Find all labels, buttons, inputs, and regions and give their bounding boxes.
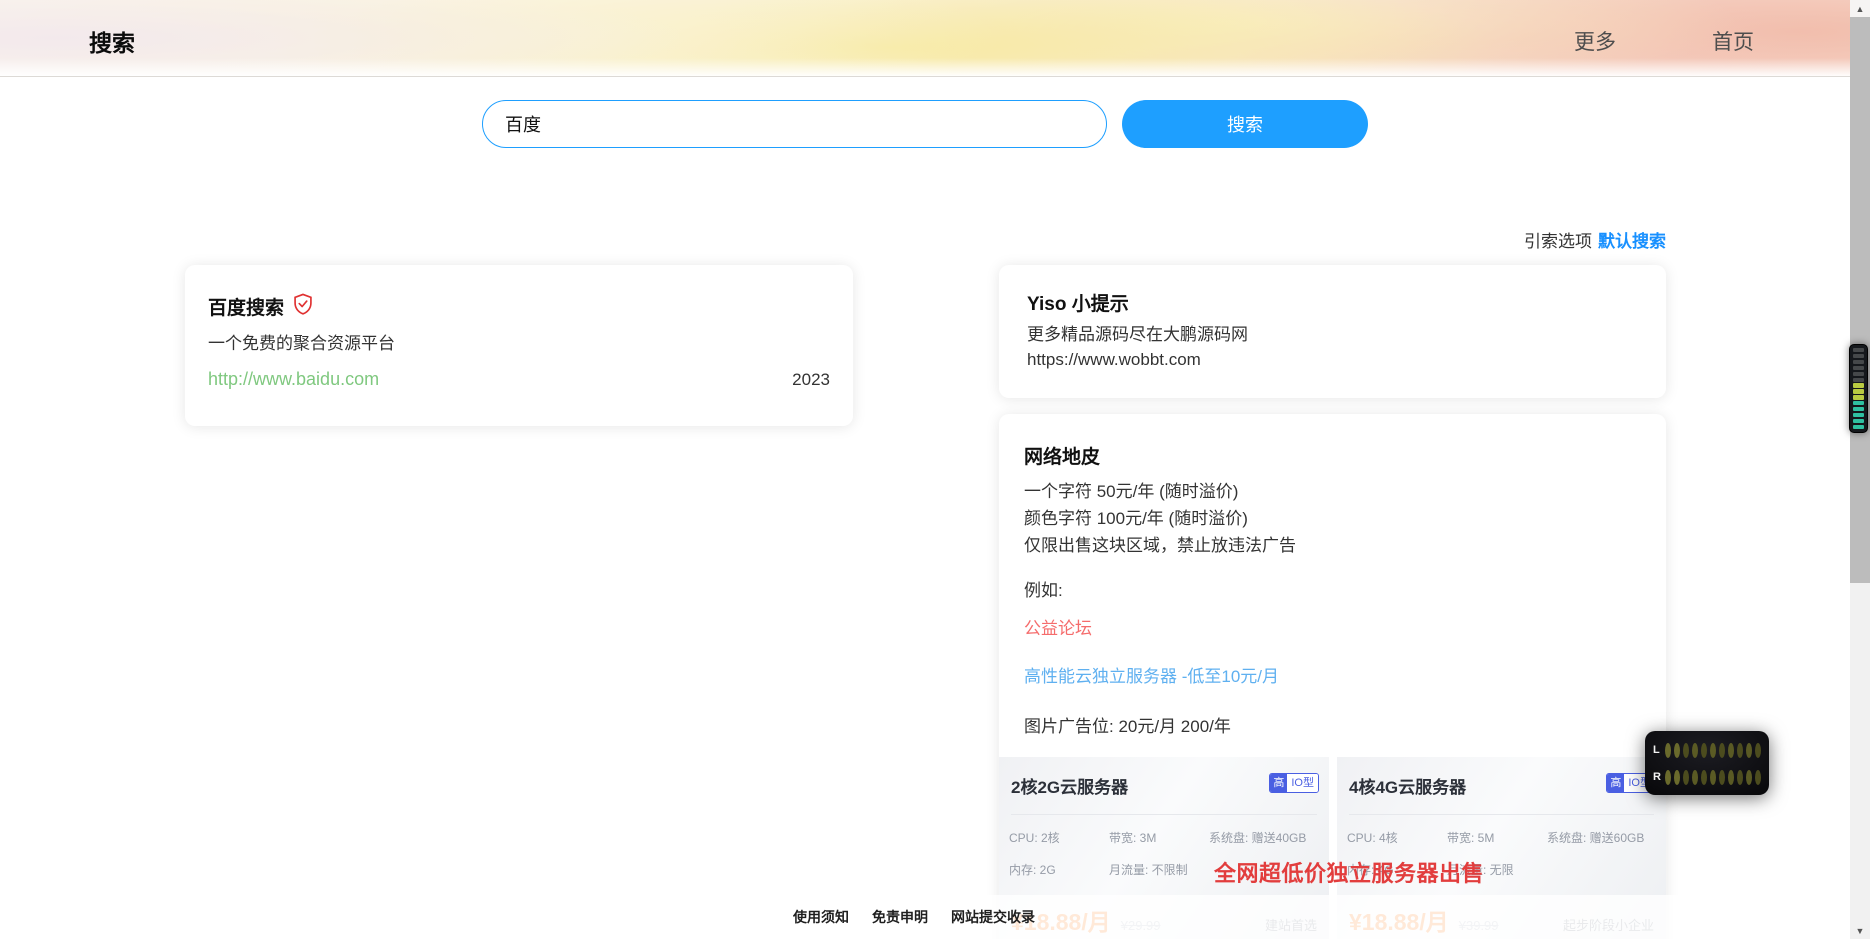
divider — [1011, 814, 1317, 815]
led-segment — [1692, 743, 1698, 758]
server-name: 2核2G云服务器 — [1011, 773, 1128, 798]
server-name: 4核4G云服务器 — [1349, 773, 1466, 798]
led-segment — [1755, 770, 1761, 785]
led-segment — [1710, 743, 1716, 758]
meter-left-label: L — [1653, 744, 1662, 756]
led-segment — [1737, 743, 1743, 758]
led-segment — [1853, 401, 1864, 405]
led-segment — [1853, 360, 1864, 364]
footer-link-terms[interactable]: 使用须知 — [793, 907, 849, 927]
led-segment — [1853, 372, 1864, 376]
nav-home-link[interactable]: 首页 — [1712, 26, 1754, 56]
land-example-label: 例如: — [1024, 576, 1063, 601]
led-segment — [1853, 383, 1864, 387]
land-pink-link[interactable]: 公益论坛 — [1024, 614, 1092, 639]
badge-tail: IO型 — [1287, 774, 1318, 792]
led-segment — [1719, 743, 1725, 758]
led-segment — [1853, 366, 1864, 370]
land-blue-link[interactable]: 高性能云独立服务器 -低至10元/月 — [1024, 662, 1279, 687]
led-segment — [1746, 770, 1752, 785]
land-adslot-line: 图片广告位: 20元/月 200/年 — [1024, 712, 1231, 737]
led-segment — [1746, 743, 1752, 758]
spec-disk: 系统盘: 赠送40GB — [1209, 829, 1306, 846]
led-segment — [1853, 419, 1864, 423]
search-input[interactable] — [482, 100, 1107, 148]
led-segment — [1853, 378, 1864, 382]
page: 搜索 更多 首页 搜索 引索选项默认搜索 百度搜索 一个免费的聚合资源平台 ht… — [0, 0, 1870, 939]
scroll-down-arrow-icon[interactable]: ▼ — [1850, 922, 1870, 939]
badge-head: 高 — [1607, 774, 1624, 792]
badge-head: 高 — [1270, 774, 1287, 792]
verified-shield-icon — [293, 293, 313, 320]
led-segment — [1674, 770, 1680, 785]
led-segment — [1674, 743, 1680, 758]
land-rule: 一个字符 50元/年 (随时溢价) — [1024, 478, 1296, 505]
spec-traffic: 月流量: 不限制 — [1109, 861, 1188, 878]
nav-more-link[interactable]: 更多 — [1574, 26, 1616, 56]
spec-bw: 带宽: 3M — [1109, 829, 1156, 846]
promo-overlay-text: 全网超低价独立服务器出售 — [1214, 856, 1484, 888]
scrollbar-thumb[interactable] — [1850, 17, 1870, 583]
led-segment — [1719, 770, 1725, 785]
led-segment — [1665, 743, 1671, 758]
led-segment — [1853, 354, 1864, 358]
spec-ram: 内存: 2G — [1009, 861, 1056, 878]
led-segment — [1728, 770, 1734, 785]
led-segment — [1665, 770, 1671, 785]
led-segment — [1683, 743, 1689, 758]
header-banner — [0, 0, 1850, 77]
led-segment — [1853, 407, 1864, 411]
search-button[interactable]: 搜索 — [1122, 100, 1368, 148]
spec-disk: 系统盘: 赠送60GB — [1547, 829, 1644, 846]
led-segment — [1701, 743, 1707, 758]
tip-card: Yiso 小提示 更多精品源码尽在大鹏源码网 https://www.wobbt… — [999, 265, 1666, 398]
result-year: 2023 — [792, 370, 830, 390]
audio-level-meter-overlay: L R — [1645, 731, 1769, 795]
led-segment — [1710, 770, 1716, 785]
led-segment — [1853, 395, 1864, 399]
divider — [1349, 814, 1654, 815]
led-segment — [1701, 770, 1707, 785]
spec-bw: 带宽: 5M — [1447, 829, 1494, 846]
tip-title: Yiso 小提示 — [1027, 289, 1129, 316]
footer-link-submit[interactable]: 网站提交收录 — [951, 907, 1035, 927]
result-description: 一个免费的聚合资源平台 — [208, 329, 395, 354]
footer-bar: 使用须知 免责申明 网站提交收录 — [0, 895, 1850, 939]
led-segment — [1755, 743, 1761, 758]
led-segment — [1737, 770, 1743, 785]
search-result-card[interactable]: 百度搜索 一个免费的聚合资源平台 http://www.baidu.com 20… — [185, 265, 853, 426]
led-segment — [1692, 770, 1698, 785]
vertical-scrollbar[interactable]: ▲ ▼ — [1850, 0, 1870, 939]
default-search-option[interactable]: 默认搜索 — [1598, 232, 1666, 251]
tip-url: https://www.wobbt.com — [1027, 347, 1248, 372]
led-segment — [1853, 413, 1864, 417]
index-options-bar: 引索选项默认搜索 — [1524, 227, 1666, 252]
land-title: 网络地皮 — [1024, 442, 1100, 469]
land-rule: 仅限出售这块区域，禁止放违法广告 — [1024, 532, 1296, 559]
led-segment — [1728, 743, 1734, 758]
land-rule: 颜色字符 100元/年 (随时溢价) — [1024, 505, 1296, 532]
index-options-label: 引索选项 — [1524, 232, 1592, 251]
led-segment — [1683, 770, 1689, 785]
footer-link-disclaimer[interactable]: 免责申明 — [872, 907, 928, 927]
spec-cpu: CPU: 4核 — [1347, 829, 1398, 846]
tip-line: 更多精品源码尽在大鹏源码网 — [1027, 322, 1248, 347]
result-title: 百度搜索 — [208, 293, 284, 320]
spec-cpu: CPU: 2核 — [1009, 829, 1060, 846]
scroll-up-arrow-icon[interactable]: ▲ — [1850, 0, 1870, 17]
led-segment — [1853, 425, 1864, 429]
result-url-link[interactable]: http://www.baidu.com — [208, 369, 379, 390]
vertical-level-meter-overlay — [1849, 344, 1868, 433]
meter-right-label: R — [1653, 771, 1662, 783]
server-io-badge: 高 IO型 — [1269, 773, 1319, 793]
page-title: 搜索 — [89, 24, 135, 58]
led-segment — [1853, 348, 1864, 352]
led-segment — [1853, 389, 1864, 393]
